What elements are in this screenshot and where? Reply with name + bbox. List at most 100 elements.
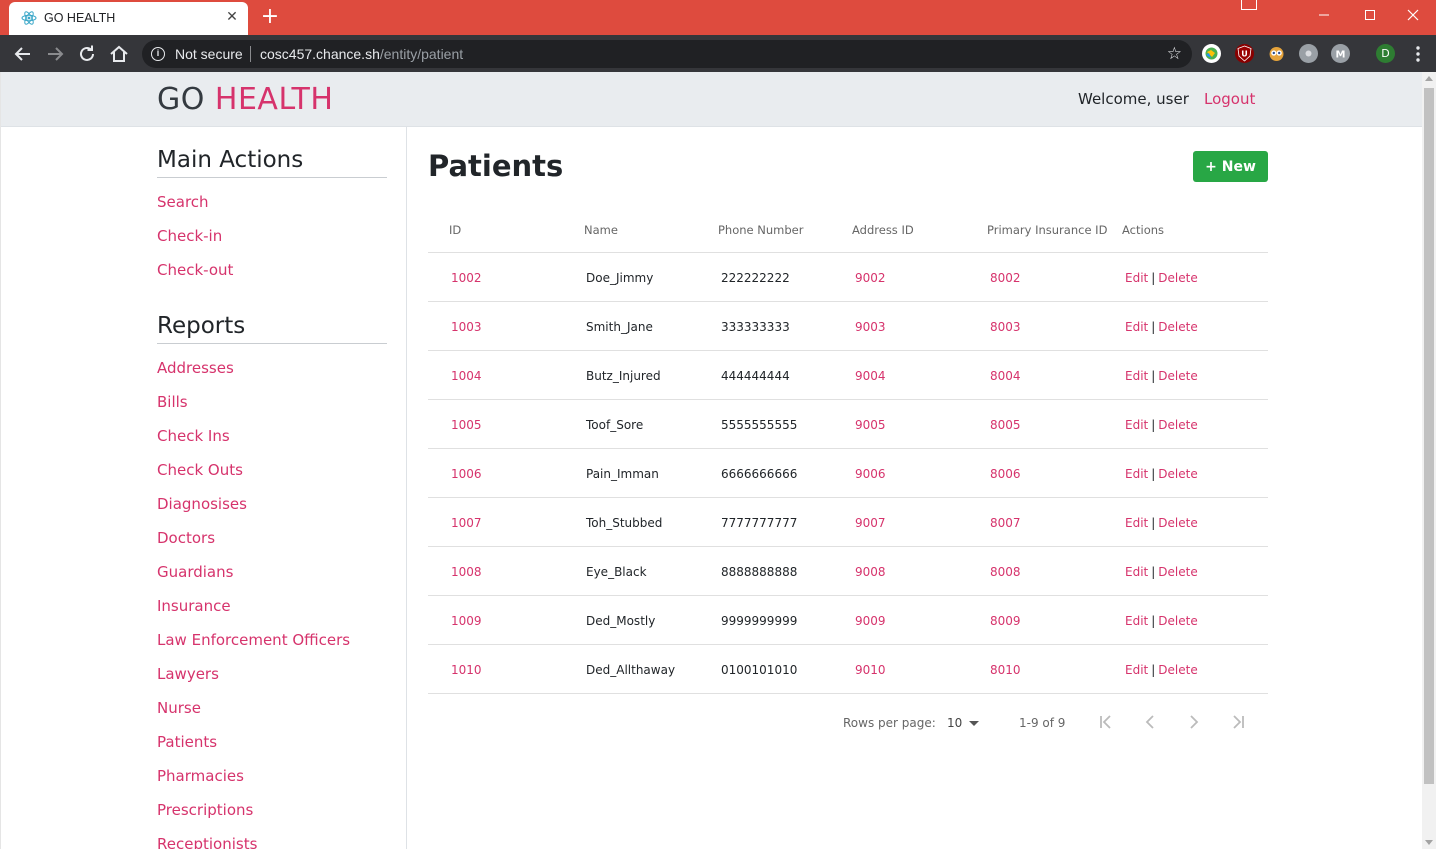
insurance-id-link[interactable]: 8010	[990, 663, 1021, 677]
patient-id-link[interactable]: 1002	[451, 271, 482, 285]
address-id-link[interactable]: 9002	[855, 271, 886, 285]
scroll-up-arrow-icon[interactable]	[1425, 76, 1433, 81]
column-header-phone[interactable]: Phone Number	[718, 223, 803, 237]
delete-link[interactable]: Delete	[1158, 516, 1197, 530]
sidebar-item-check-in[interactable]: Check-in	[157, 227, 222, 245]
column-header-address-id[interactable]: Address ID	[852, 223, 914, 237]
delete-link[interactable]: Delete	[1158, 369, 1197, 383]
profile-avatar[interactable]: D	[1376, 44, 1395, 63]
address-id-link[interactable]: 9003	[855, 320, 886, 334]
edit-link[interactable]: Edit	[1125, 320, 1148, 334]
sidebar-item-insurance[interactable]: Insurance	[157, 597, 231, 615]
maximize-icon[interactable]	[1347, 0, 1393, 30]
edit-link[interactable]: Edit	[1125, 271, 1148, 285]
bookmark-star-icon[interactable]: ☆	[1167, 44, 1182, 64]
browser-tab[interactable]: GO HEALTH ✕	[9, 2, 248, 35]
edit-link[interactable]: Edit	[1125, 418, 1148, 432]
sidebar-item-doctors[interactable]: Doctors	[157, 529, 215, 547]
address-id-link[interactable]: 9007	[855, 516, 886, 530]
close-window-icon[interactable]	[1390, 0, 1436, 30]
scroll-down-arrow-icon[interactable]	[1425, 840, 1433, 845]
extension-owl-icon[interactable]	[1267, 44, 1286, 63]
edit-link[interactable]: Edit	[1125, 663, 1148, 677]
address-id-link[interactable]: 9009	[855, 614, 886, 628]
column-header-name[interactable]: Name	[584, 223, 618, 237]
insurance-id-link[interactable]: 8006	[990, 467, 1021, 481]
sidebar-item-lawyers[interactable]: Lawyers	[157, 665, 219, 683]
patient-id-link[interactable]: 1007	[451, 516, 482, 530]
first-page-icon[interactable]	[1096, 712, 1116, 732]
address-id-link[interactable]: 9004	[855, 369, 886, 383]
delete-link[interactable]: Delete	[1158, 565, 1197, 579]
insurance-id-link[interactable]: 8002	[990, 271, 1021, 285]
last-page-icon[interactable]	[1228, 712, 1248, 732]
back-arrow-icon[interactable]	[12, 43, 34, 65]
sidebar-item-patients[interactable]: Patients	[157, 733, 217, 751]
address-id-link[interactable]: 9006	[855, 467, 886, 481]
sidebar-item-check-out[interactable]: Check-out	[157, 261, 233, 279]
extension-grey-circle-icon[interactable]	[1299, 44, 1318, 63]
sidebar-item-nurse[interactable]: Nurse	[157, 699, 201, 717]
sidebar-item-law-enforcement-officers[interactable]: Law Enforcement Officers	[157, 631, 350, 649]
chevron-down-icon[interactable]	[969, 721, 979, 726]
edit-link[interactable]: Edit	[1125, 467, 1148, 481]
column-header-id[interactable]: ID	[449, 223, 461, 237]
insurance-id-link[interactable]: 8009	[990, 614, 1021, 628]
insurance-id-link[interactable]: 8005	[990, 418, 1021, 432]
scrollbar-thumb[interactable]	[1424, 88, 1434, 784]
address-id-link[interactable]: 9010	[855, 663, 886, 677]
next-page-icon[interactable]	[1184, 712, 1204, 732]
address-id-link[interactable]: 9008	[855, 565, 886, 579]
ublock-shield-icon[interactable]: U	[1235, 44, 1254, 63]
delete-link[interactable]: Delete	[1158, 663, 1197, 677]
sidebar-item-guardians[interactable]: Guardians	[157, 563, 233, 581]
address-bar[interactable]: i Not secure cosc457.chance.sh/entity/pa…	[142, 40, 1192, 68]
edit-link[interactable]: Edit	[1125, 516, 1148, 530]
edit-link[interactable]: Edit	[1125, 369, 1148, 383]
new-patient-button[interactable]: + New	[1193, 151, 1268, 182]
sidebar-item-addresses[interactable]: Addresses	[157, 359, 234, 377]
sidebar-item-receptionists[interactable]: Receptionists	[157, 835, 257, 849]
reload-icon[interactable]	[76, 43, 98, 65]
vertical-scrollbar[interactable]	[1422, 72, 1436, 849]
patient-id-link[interactable]: 1005	[451, 418, 482, 432]
brand-logo[interactable]: GO HEALTH	[157, 82, 333, 117]
sidebar-item-bills[interactable]: Bills	[157, 393, 188, 411]
insurance-id-link[interactable]: 8007	[990, 516, 1021, 530]
logout-link[interactable]: Logout	[1204, 90, 1255, 108]
patient-id-link[interactable]: 1006	[451, 467, 482, 481]
sidebar-item-search[interactable]: Search	[157, 193, 209, 211]
extension-m-icon[interactable]: M	[1331, 44, 1350, 63]
previous-page-icon[interactable]	[1140, 712, 1160, 732]
sidebar-item-prescriptions[interactable]: Prescriptions	[157, 801, 253, 819]
info-icon[interactable]: i	[151, 47, 165, 61]
address-id-link[interactable]: 9005	[855, 418, 886, 432]
delete-link[interactable]: Delete	[1158, 320, 1197, 334]
delete-link[interactable]: Delete	[1158, 271, 1197, 285]
insurance-id-link[interactable]: 8003	[990, 320, 1021, 334]
more-vertical-icon[interactable]	[1407, 43, 1429, 65]
edit-link[interactable]: Edit	[1125, 565, 1148, 579]
sidebar-item-check-outs[interactable]: Check Outs	[157, 461, 243, 479]
sidebar-item-pharmacies[interactable]: Pharmacies	[157, 767, 244, 785]
patient-id-link[interactable]: 1008	[451, 565, 482, 579]
sidebar-item-check-ins[interactable]: Check Ins	[157, 427, 230, 445]
delete-link[interactable]: Delete	[1158, 614, 1197, 628]
window-menu-icon[interactable]	[1241, 0, 1257, 10]
extension-globe-icon[interactable]	[1202, 44, 1221, 63]
minimize-icon[interactable]	[1301, 0, 1347, 30]
patient-id-link[interactable]: 1009	[451, 614, 482, 628]
edit-link[interactable]: Edit	[1125, 614, 1148, 628]
close-tab-icon[interactable]: ✕	[224, 9, 240, 25]
delete-link[interactable]: Delete	[1158, 418, 1197, 432]
insurance-id-link[interactable]: 8004	[990, 369, 1021, 383]
column-header-insurance-id[interactable]: Primary Insurance ID	[987, 223, 1107, 237]
insurance-id-link[interactable]: 8008	[990, 565, 1021, 579]
sidebar-item-diagnosises[interactable]: Diagnosises	[157, 495, 247, 513]
patient-id-link[interactable]: 1010	[451, 663, 482, 677]
forward-arrow-icon[interactable]	[44, 43, 66, 65]
patient-id-link[interactable]: 1004	[451, 369, 482, 383]
new-tab-icon[interactable]: +	[258, 6, 282, 30]
patient-id-link[interactable]: 1003	[451, 320, 482, 334]
rows-per-page-select[interactable]: 10	[947, 716, 962, 730]
